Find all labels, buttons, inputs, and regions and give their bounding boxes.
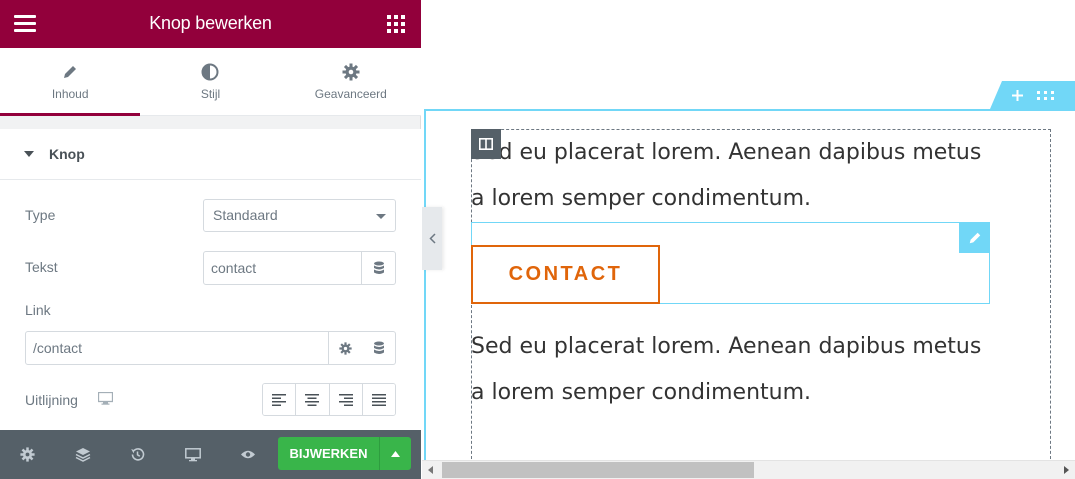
- type-select-value: Standaard: [213, 207, 278, 223]
- pencil-icon: [969, 232, 980, 243]
- text-label: Tekst: [25, 259, 58, 275]
- align-center-button[interactable]: [296, 384, 330, 415]
- section-title: Knop: [49, 146, 85, 162]
- add-section-icon[interactable]: [1012, 89, 1023, 101]
- update-button[interactable]: BIJWERKEN: [278, 437, 379, 470]
- edit-widget-button[interactable]: [959, 222, 990, 253]
- database-icon: [373, 341, 384, 354]
- editor-panel: Knop bewerken Inhoud Stijl Geavanceerd K…: [0, 0, 421, 479]
- align-center-icon: [305, 393, 320, 406]
- tab-inhoud[interactable]: Inhoud: [0, 48, 141, 116]
- responsive-mode-button[interactable]: [165, 430, 220, 479]
- half-circle-icon: [201, 62, 219, 82]
- scrollbar-thumb[interactable]: [442, 462, 754, 478]
- align-right-button[interactable]: [329, 384, 363, 415]
- tab-stijl-label: Stijl: [200, 87, 221, 101]
- tab-geavanceerd[interactable]: Geavanceerd: [281, 48, 421, 115]
- align-left-button[interactable]: [263, 384, 297, 415]
- section-toggle-knop[interactable]: Knop: [0, 129, 421, 180]
- panel-title: Knop bewerken: [149, 13, 272, 33]
- chevron-left-icon: [428, 233, 436, 244]
- contact-button[interactable]: CONTACT: [471, 245, 660, 304]
- editor-app: Knop bewerken Inhoud Stijl Geavanceerd K…: [0, 0, 1075, 479]
- column-handle[interactable]: [471, 129, 501, 159]
- paragraph-top: Sed eu placerat lorem. Aenean dapibus me…: [471, 140, 982, 211]
- desktop-icon: [184, 447, 201, 461]
- link-label: Link: [25, 302, 51, 318]
- section-handle: [990, 81, 1075, 109]
- align-left-icon: [272, 393, 287, 406]
- scroll-right-icon[interactable]: [1064, 466, 1069, 474]
- eye-icon: [240, 450, 255, 459]
- desktop-icon[interactable]: [97, 391, 114, 410]
- scroll-left-icon[interactable]: [428, 466, 433, 474]
- history-button[interactable]: [110, 430, 165, 479]
- pencil-icon: [62, 62, 78, 82]
- caret-down-icon: [24, 151, 34, 157]
- settings-button[interactable]: [0, 430, 55, 479]
- navigator-button[interactable]: [55, 430, 110, 479]
- caret-up-icon: [391, 450, 400, 457]
- publish-group: BIJWERKEN: [278, 437, 411, 470]
- preview-canvas: Sed eu placerat lorem. Aenean dapibus me…: [422, 0, 1075, 479]
- controls-area: Type Standaard Tekst contact Link /conta…: [0, 180, 421, 430]
- column-icon: [479, 138, 493, 150]
- database-icon: [373, 261, 384, 274]
- link-dynamic-tags-button[interactable]: [362, 331, 396, 365]
- text-input[interactable]: contact: [203, 251, 362, 285]
- alignment-buttons: [262, 383, 396, 416]
- align-right-icon: [338, 393, 353, 406]
- panel-footer: BIJWERKEN: [0, 430, 421, 479]
- gear-icon: [342, 62, 360, 82]
- type-label: Type: [25, 207, 56, 223]
- tab-geavanceerd-label: Geavanceerd: [314, 87, 387, 101]
- collapse-panel-button[interactable]: [422, 207, 442, 270]
- tab-inhoud-label: Inhoud: [51, 87, 89, 101]
- layers-icon: [75, 448, 90, 462]
- tab-stijl[interactable]: Stijl: [140, 48, 280, 115]
- type-select[interactable]: Standaard: [203, 199, 396, 232]
- panel-header: Knop bewerken: [0, 0, 421, 48]
- widgets-grid-icon[interactable]: [387, 15, 405, 33]
- align-justify-button[interactable]: [362, 384, 395, 415]
- horizontal-scrollbar[interactable]: [422, 460, 1075, 479]
- dynamic-tags-button[interactable]: [362, 251, 396, 285]
- link-input[interactable]: /contact: [25, 331, 329, 365]
- drag-section-icon[interactable]: [1037, 90, 1054, 100]
- history-icon: [131, 448, 145, 461]
- paragraph-bottom: Sed eu placerat lorem. Aenean dapibus me…: [471, 334, 982, 405]
- link-options-button[interactable]: [329, 331, 363, 365]
- align-justify-icon: [371, 393, 386, 406]
- publish-options-button[interactable]: [379, 437, 411, 470]
- align-label: Uitlijning: [25, 392, 78, 408]
- gear-icon: [339, 341, 352, 355]
- chevron-down-icon: [376, 214, 386, 219]
- preview-button[interactable]: [220, 430, 275, 479]
- gear-icon: [20, 447, 35, 462]
- panel-tabs: Inhoud Stijl Geavanceerd: [0, 48, 421, 116]
